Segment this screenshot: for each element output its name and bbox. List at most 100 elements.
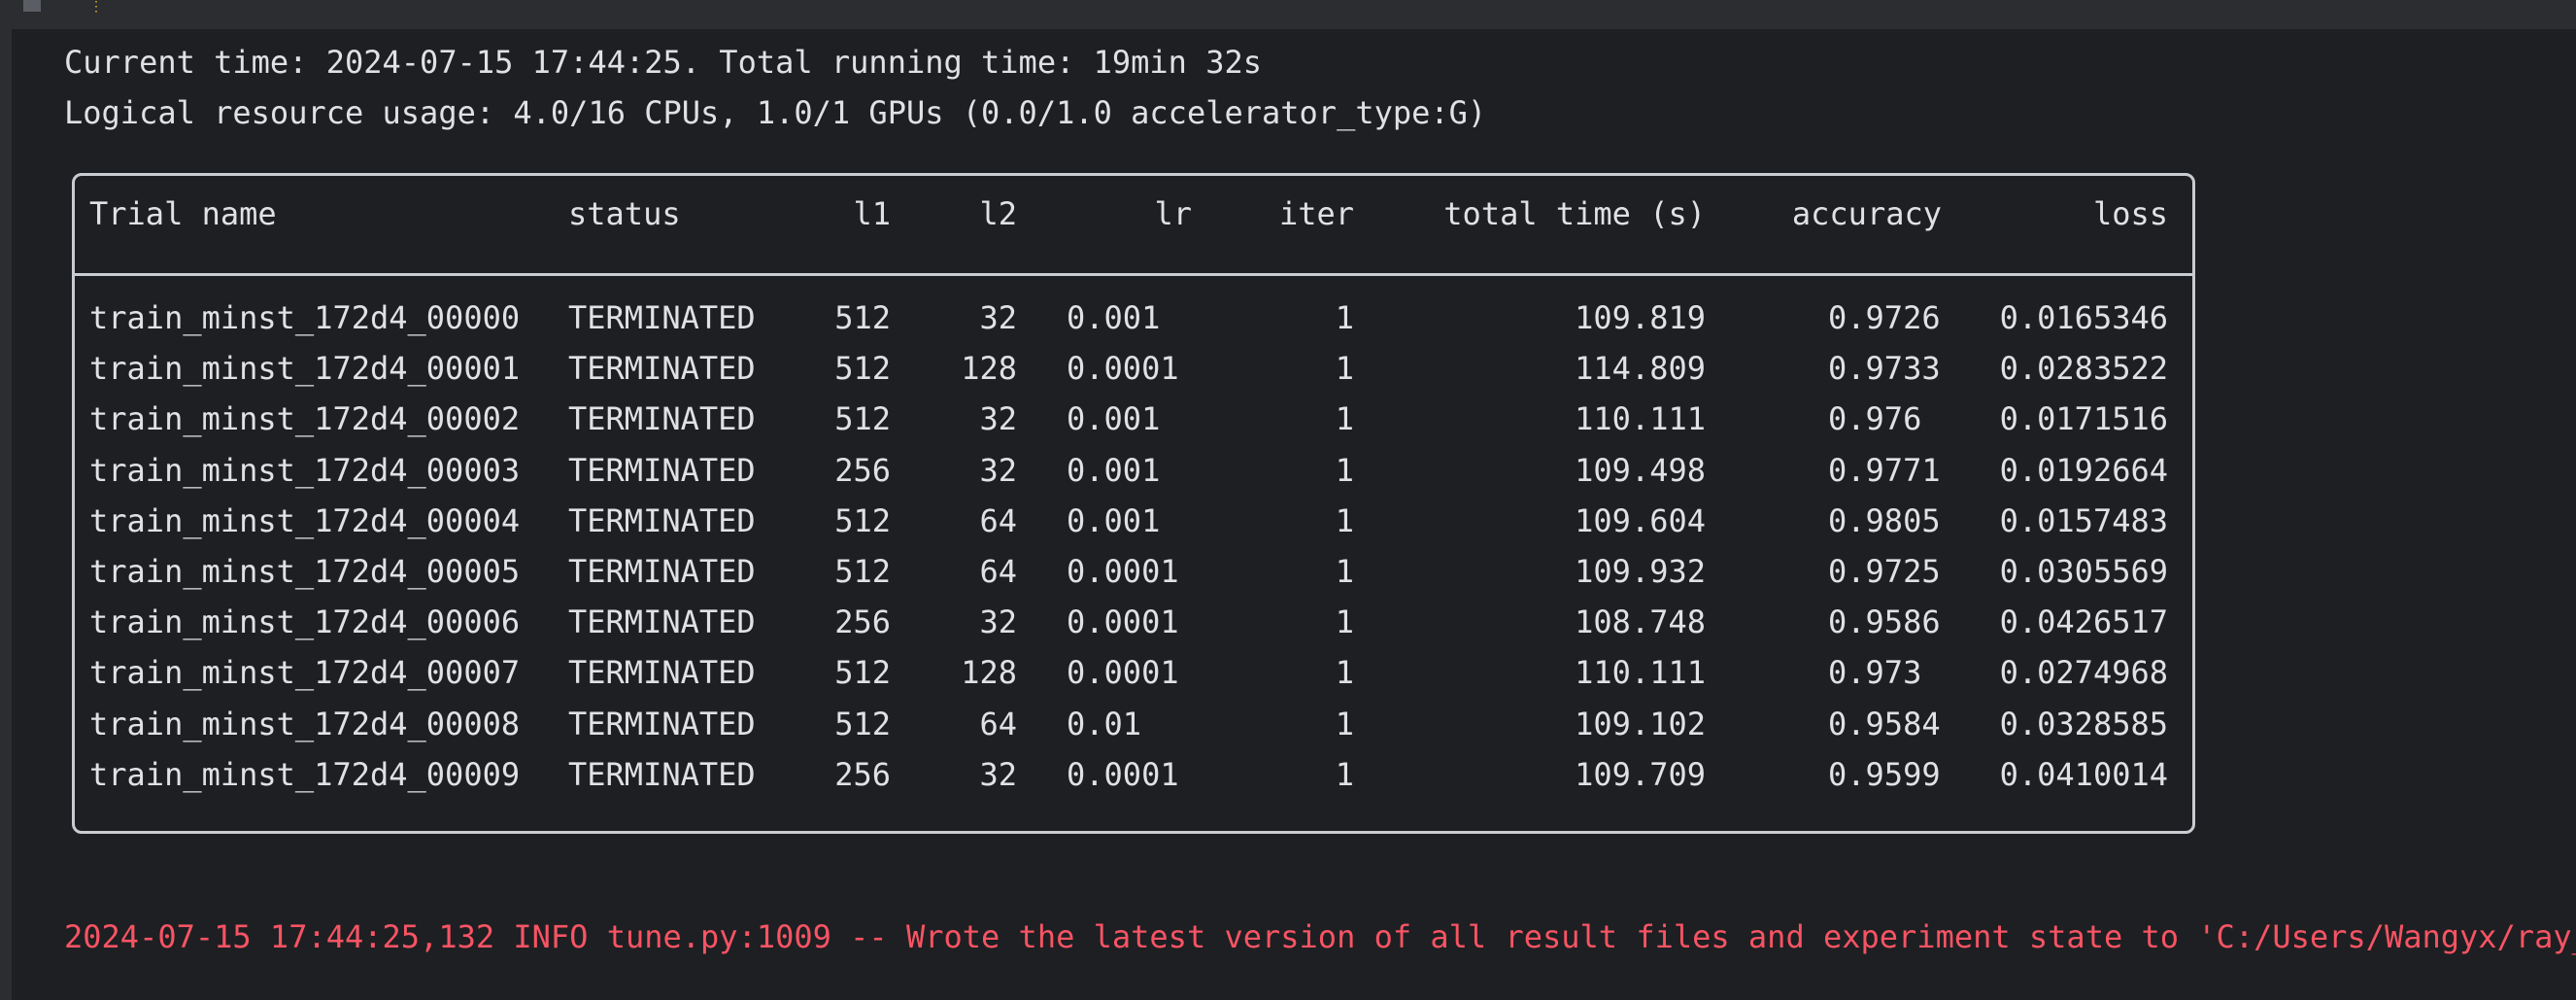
cell-total-time: 109.819 (1575, 299, 1706, 336)
header-l1: l1 (853, 195, 891, 232)
cell-trial-name: train_minst_172d4_00007 (89, 654, 521, 691)
cell-iter: 1 (1335, 400, 1354, 437)
cell-total-time: 110.111 (1575, 400, 1706, 437)
header-iter: iter (1278, 195, 1354, 232)
cell-accuracy: 0.9771 (1828, 452, 1941, 489)
cell-l2: 64 (979, 553, 1017, 590)
cell-trial-name: train_minst_172d4_00009 (89, 756, 521, 793)
table-header-divider (72, 273, 2195, 276)
cell-loss: 0.0305569 (1999, 553, 2168, 590)
cell-accuracy: 0.9733 (1828, 350, 1941, 387)
cell-lr: 0.0001 (1067, 553, 1179, 590)
cell-lr: 0.001 (1067, 400, 1161, 437)
cell-loss: 0.0426517 (1999, 603, 2168, 640)
cell-status: TERMINATED (568, 654, 756, 691)
cell-lr: 0.0001 (1067, 603, 1179, 640)
cell-lr: 0.0001 (1067, 756, 1179, 793)
cell-l1: 512 (834, 400, 891, 437)
cell-trial-name: train_minst_172d4_00004 (89, 502, 521, 539)
cell-l2: 32 (979, 603, 1017, 640)
cell-accuracy: 0.9586 (1828, 603, 1941, 640)
cell-total-time: 108.748 (1575, 603, 1706, 640)
cell-accuracy: 0.9805 (1828, 502, 1941, 539)
cell-loss: 0.0157483 (1999, 502, 2168, 539)
cell-l2: 32 (979, 299, 1017, 336)
console-toolbar: ⋮ (0, 0, 2576, 30)
cell-l1: 512 (834, 502, 891, 539)
cell-iter: 1 (1335, 603, 1354, 640)
header-trial-name: Trial name (89, 195, 277, 232)
cell-l1: 256 (834, 603, 891, 640)
header-total-time: total time (s) (1443, 195, 1706, 232)
header-accuracy: accuracy (1791, 195, 1942, 232)
cell-loss: 0.0410014 (1999, 756, 2168, 793)
cell-total-time: 110.111 (1575, 654, 1706, 691)
cell-accuracy: 0.973 (1828, 654, 1922, 691)
cell-iter: 1 (1335, 502, 1354, 539)
cell-status: TERMINATED (568, 452, 756, 489)
cell-l1: 256 (834, 452, 891, 489)
cell-loss: 0.0192664 (1999, 452, 2168, 489)
cell-l1: 512 (834, 299, 891, 336)
cell-trial-name: train_minst_172d4_00001 (89, 350, 521, 387)
cell-l2: 128 (961, 350, 1017, 387)
cell-trial-name: train_minst_172d4_00002 (89, 400, 521, 437)
stop-icon[interactable] (23, 0, 41, 12)
cell-l1: 512 (834, 654, 891, 691)
cell-loss: 0.0165346 (1999, 299, 2168, 336)
cell-status: TERMINATED (568, 400, 756, 437)
cell-iter: 1 (1335, 299, 1354, 336)
cell-trial-name: train_minst_172d4_00008 (89, 706, 521, 742)
cell-lr: 0.0001 (1067, 350, 1179, 387)
cell-lr: 0.01 (1067, 706, 1142, 742)
cell-accuracy: 0.9725 (1828, 553, 1941, 590)
cell-lr: 0.001 (1067, 452, 1161, 489)
cell-total-time: 109.709 (1575, 756, 1706, 793)
cell-accuracy: 0.9599 (1828, 756, 1941, 793)
cell-trial-name: train_minst_172d4_00000 (89, 299, 521, 336)
cell-l2: 64 (979, 502, 1017, 539)
log-message: 2024-07-15 17:44:25,132 INFO tune.py:100… (64, 918, 2576, 955)
cell-accuracy: 0.9726 (1828, 299, 1941, 336)
cell-accuracy: 0.9584 (1828, 706, 1941, 742)
cell-l2: 128 (961, 654, 1017, 691)
header-l2: l2 (979, 195, 1017, 232)
cell-loss: 0.0171516 (1999, 400, 2168, 437)
header-loss: loss (2092, 195, 2168, 232)
cell-status: TERMINATED (568, 553, 756, 590)
cell-trial-name: train_minst_172d4_00006 (89, 603, 521, 640)
cell-lr: 0.001 (1067, 502, 1161, 539)
cell-l2: 64 (979, 706, 1017, 742)
header-lr: lr (1154, 195, 1192, 232)
cell-iter: 1 (1335, 553, 1354, 590)
cell-l2: 32 (979, 400, 1017, 437)
cell-total-time: 109.932 (1575, 553, 1706, 590)
cell-status: TERMINATED (568, 706, 756, 742)
cell-trial-name: train_minst_172d4_00003 (89, 452, 521, 489)
cell-l1: 256 (834, 756, 891, 793)
resource-usage-line: Logical resource usage: 4.0/16 CPUs, 1.0… (64, 94, 1487, 131)
cell-total-time: 114.809 (1575, 350, 1706, 387)
header-status: status (568, 195, 681, 232)
console-output: Current time: 2024-07-15 17:44:25. Total… (12, 29, 2576, 1000)
cell-trial-name: train_minst_172d4_00005 (89, 553, 521, 590)
tool-icon[interactable]: ⋮ (89, 0, 103, 14)
cell-status: TERMINATED (568, 756, 756, 793)
cell-iter: 1 (1335, 452, 1354, 489)
cell-l2: 32 (979, 452, 1017, 489)
cell-l1: 512 (834, 350, 891, 387)
cell-total-time: 109.498 (1575, 452, 1706, 489)
cell-l2: 32 (979, 756, 1017, 793)
cell-status: TERMINATED (568, 502, 756, 539)
cell-status: TERMINATED (568, 299, 756, 336)
cell-status: TERMINATED (568, 603, 756, 640)
cell-loss: 0.0328585 (1999, 706, 2168, 742)
cell-l1: 512 (834, 553, 891, 590)
cell-total-time: 109.102 (1575, 706, 1706, 742)
cell-accuracy: 0.976 (1828, 400, 1922, 437)
cell-status: TERMINATED (568, 350, 756, 387)
console-gutter (0, 29, 12, 1000)
cell-iter: 1 (1335, 756, 1354, 793)
cell-iter: 1 (1335, 654, 1354, 691)
current-time-line: Current time: 2024-07-15 17:44:25. Total… (64, 44, 1262, 81)
